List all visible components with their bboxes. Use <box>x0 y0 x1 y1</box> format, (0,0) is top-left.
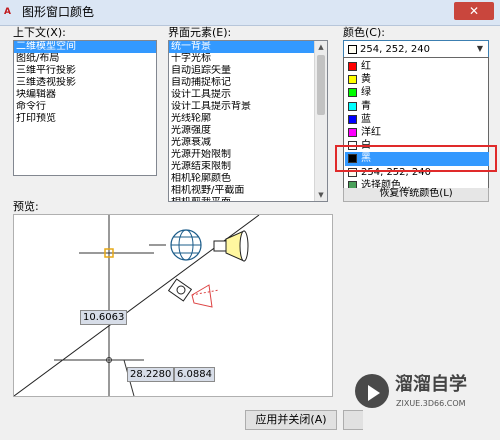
color-option[interactable]: 黄 <box>345 73 489 87</box>
current-color-swatch <box>348 45 357 54</box>
context-list-item[interactable]: 图纸/布局 <box>14 53 156 65</box>
interface-element-list-item[interactable]: 相机视野/平截面 <box>169 185 327 197</box>
color-option[interactable]: 青 <box>345 100 489 114</box>
color-swatch <box>348 88 357 98</box>
watermark: 溜溜自学 ZIXUE.3D66.COM <box>355 372 495 420</box>
interface-element-list-item[interactable]: 光源开始限制 <box>169 149 327 161</box>
interface-element-list-item[interactable]: 光源结束限制 <box>169 161 327 173</box>
point-light-globe-icon <box>170 229 202 261</box>
interface-element-list-item[interactable]: 相机轮廓颜色 <box>169 173 327 185</box>
highlight-annotation-box <box>335 145 497 172</box>
context-list-item[interactable]: 块编辑器 <box>14 89 156 101</box>
watermark-logo-icon <box>355 374 389 408</box>
interface-element-list-item[interactable]: 设计工具提示背景 <box>169 101 327 113</box>
color-option[interactable]: 洋红 <box>345 126 489 140</box>
scroll-down-arrow-icon[interactable]: ▼ <box>315 189 327 201</box>
interface-element-list-item[interactable]: 自动捕捉标记 <box>169 77 327 89</box>
close-icon[interactable]: ✕ <box>454 2 494 20</box>
color-swatch <box>348 128 357 137</box>
color-swatch <box>348 101 357 111</box>
chevron-down-icon[interactable]: ▼ <box>473 42 487 56</box>
context-label: 上下文(X): <box>13 26 66 39</box>
preview-pane: 10.6063 28.2280 6.0884 <box>13 214 333 397</box>
color-option[interactable]: 绿 <box>345 86 489 100</box>
color-option-label: 红 <box>361 61 371 72</box>
context-list-item[interactable]: 三维平行投影 <box>14 65 156 77</box>
watermark-url: ZIXUE.3D66.COM <box>396 399 466 408</box>
scrollbar-thumb[interactable] <box>317 55 325 115</box>
color-option-label: 青 <box>361 100 371 112</box>
interface-elements-label: 界面元素(E): <box>168 26 232 39</box>
interface-element-list-item[interactable]: 设计工具提示 <box>169 89 327 101</box>
dim-label-1: 10.6063 <box>80 310 128 325</box>
color-option-label: 黄 <box>361 74 371 86</box>
context-list-item[interactable]: 打印预览 <box>14 113 156 125</box>
interface-elements-scrollbar[interactable]: ▲ ▼ <box>314 41 327 201</box>
current-color-value: 254, 252, 240 <box>360 44 430 55</box>
interface-element-list-item[interactable]: 十字光标 <box>169 53 327 65</box>
autocad-app-icon: A <box>4 7 11 17</box>
camera-icon <box>167 278 220 308</box>
watermark-name: 溜溜自学 <box>395 374 467 395</box>
context-list-item[interactable]: 二维模型空间 <box>14 41 156 53</box>
color-swatch <box>348 75 357 85</box>
dim-label-3: 6.0884 <box>174 367 215 382</box>
interface-element-list-item[interactable]: 相机剪裁平面 <box>169 197 327 201</box>
color-combobox[interactable]: 254, 252, 240 ▼ <box>343 40 489 58</box>
color-option-label: 绿 <box>361 87 371 99</box>
preview-label: 预览: <box>13 200 39 213</box>
color-label: 颜色(C): <box>343 26 385 39</box>
restore-classic-colors-button[interactable]: 恢复传统颜色(L) <box>343 188 489 202</box>
color-option[interactable]: 蓝 <box>345 113 489 127</box>
title-bar: A 图形窗口颜色 ✕ <box>0 0 500 26</box>
window-title: 图形窗口颜色 <box>22 5 95 19</box>
color-option-label: 洋红 <box>361 127 381 138</box>
interface-elements-listbox[interactable]: 统一背景 十字光标 自动追踪矢量 自动捕捉标记 设计工具提示 设计工具提示背景 光线轮廓 光源… <box>168 40 328 202</box>
interface-element-list-item[interactable]: 光源强度 <box>169 125 327 137</box>
scroll-up-arrow-icon[interactable]: ▲ <box>315 41 327 53</box>
interface-element-list-item[interactable]: 光线轮廓 <box>169 113 327 125</box>
apply-and-close-button[interactable]: 应用并关闭(A) <box>245 410 337 430</box>
dim-label-2: 28.2280 <box>127 367 175 382</box>
context-list-item[interactable]: 三维透视投影 <box>14 77 156 89</box>
color-option[interactable]: 红 <box>345 60 489 74</box>
context-listbox[interactable]: 二维模型空间 图纸/布局 三维平行投影 三维透视投影 块编辑器 命令行 打印预览 <box>13 40 157 176</box>
interface-element-list-item[interactable]: 光源衰减 <box>169 137 327 149</box>
color-option-label: 蓝 <box>361 113 371 125</box>
color-swatch <box>348 114 357 124</box>
color-swatch <box>348 62 357 71</box>
interface-element-list-item[interactable]: 自动追踪矢量 <box>169 65 327 77</box>
context-list-item[interactable]: 命令行 <box>14 101 156 113</box>
interface-element-list-item[interactable]: 统一背景 <box>169 41 327 53</box>
